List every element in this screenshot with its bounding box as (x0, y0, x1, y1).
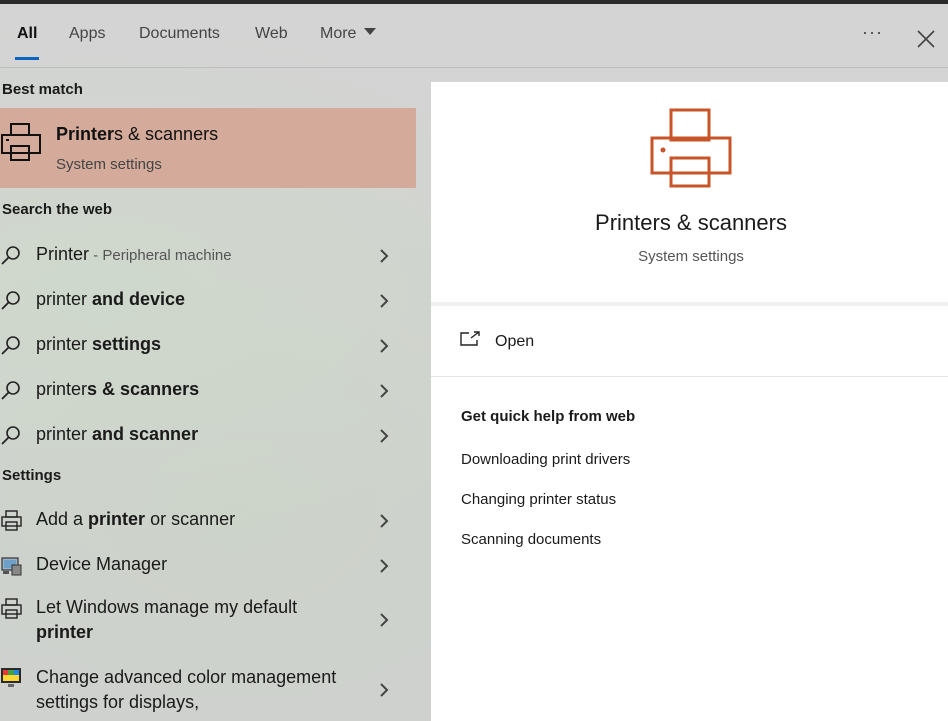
open-action[interactable]: Open (459, 328, 659, 356)
printer-icon (1, 598, 22, 619)
chevron-right-icon (380, 683, 389, 697)
search-icon (1, 381, 20, 400)
search-tabs: All Apps Documents Web More ··· (0, 4, 948, 68)
color-management-icon (1, 668, 21, 687)
web-result-label: Printer - Peripheral machine (36, 244, 232, 264)
settings-result-label: Let Windows manage my default printer (36, 597, 298, 642)
web-result-item[interactable]: printer and scanner (0, 416, 416, 456)
chevron-right-icon (380, 384, 389, 398)
printer-icon (1, 123, 41, 161)
chevron-down-icon (364, 28, 377, 35)
settings-result-item[interactable]: Device Manager (0, 546, 416, 586)
web-result-label: printer and scanner (36, 424, 199, 444)
quick-help-link[interactable]: Downloading print drivers (461, 451, 630, 468)
quick-help-link[interactable]: Changing printer status (461, 491, 616, 508)
web-result-label: printer and device (36, 289, 186, 309)
tab-documents[interactable]: Documents (139, 25, 220, 65)
web-result-label: printers & scanners (36, 379, 200, 399)
printer-icon (650, 108, 732, 188)
best-match-subtitle: System settings (56, 156, 162, 173)
search-icon (1, 426, 20, 445)
chevron-right-icon (380, 613, 389, 627)
search-icon (1, 291, 20, 310)
printer-icon (1, 510, 22, 531)
ellipsis-icon[interactable]: ··· (862, 22, 883, 43)
chevron-right-icon (380, 249, 389, 263)
settings-result-label: Device Manager (36, 554, 168, 574)
tab-more-label: More (320, 25, 357, 42)
chevron-right-icon (380, 514, 389, 528)
open-label: Open (495, 333, 535, 350)
quick-help-link[interactable]: Scanning documents (461, 531, 601, 548)
search-web-heading: Search the web (2, 201, 113, 218)
search-icon (1, 336, 20, 355)
divider (431, 302, 948, 306)
best-match-item[interactable]: Printers & scanners System settings (0, 108, 416, 188)
web-result-item[interactable]: printer and device (0, 281, 416, 321)
chevron-right-icon (380, 339, 389, 353)
best-match-title: Printers & scanners (56, 124, 219, 144)
tab-web[interactable]: Web (255, 25, 288, 65)
tab-more[interactable]: More (320, 25, 377, 65)
chevron-right-icon (380, 559, 389, 573)
web-result-label: printer settings (36, 334, 162, 354)
quick-help-heading: Get quick help from web (461, 408, 636, 425)
preview-title: Printers & scanners (595, 210, 787, 235)
settings-result-item[interactable]: Add a printer or scanner (0, 501, 416, 541)
tab-apps[interactable]: Apps (69, 25, 105, 65)
web-result-item[interactable]: Printer - Peripheral machine (0, 236, 416, 276)
search-icon (1, 246, 20, 265)
settings-result-label: Change advanced color management setting… (36, 667, 337, 712)
tab-all[interactable]: All (14, 25, 40, 65)
settings-heading: Settings (2, 467, 62, 484)
device-manager-icon (1, 557, 22, 576)
settings-result-item[interactable]: Let Windows manage my default printer (0, 597, 416, 649)
divider (431, 376, 948, 377)
best-match-heading: Best match (2, 81, 83, 98)
preview-panel: Printers & scanners System settings Open… (431, 82, 948, 721)
close-icon[interactable] (915, 28, 937, 50)
chevron-right-icon (380, 294, 389, 308)
chevron-right-icon (380, 429, 389, 443)
web-result-item[interactable]: printers & scanners (0, 371, 416, 411)
preview-subtitle: System settings (638, 248, 744, 265)
web-result-item[interactable]: printer settings (0, 326, 416, 366)
settings-result-label: Add a printer or scanner (36, 509, 236, 529)
open-external-icon (460, 331, 480, 346)
settings-result-item[interactable]: Change advanced color management setting… (0, 667, 416, 721)
